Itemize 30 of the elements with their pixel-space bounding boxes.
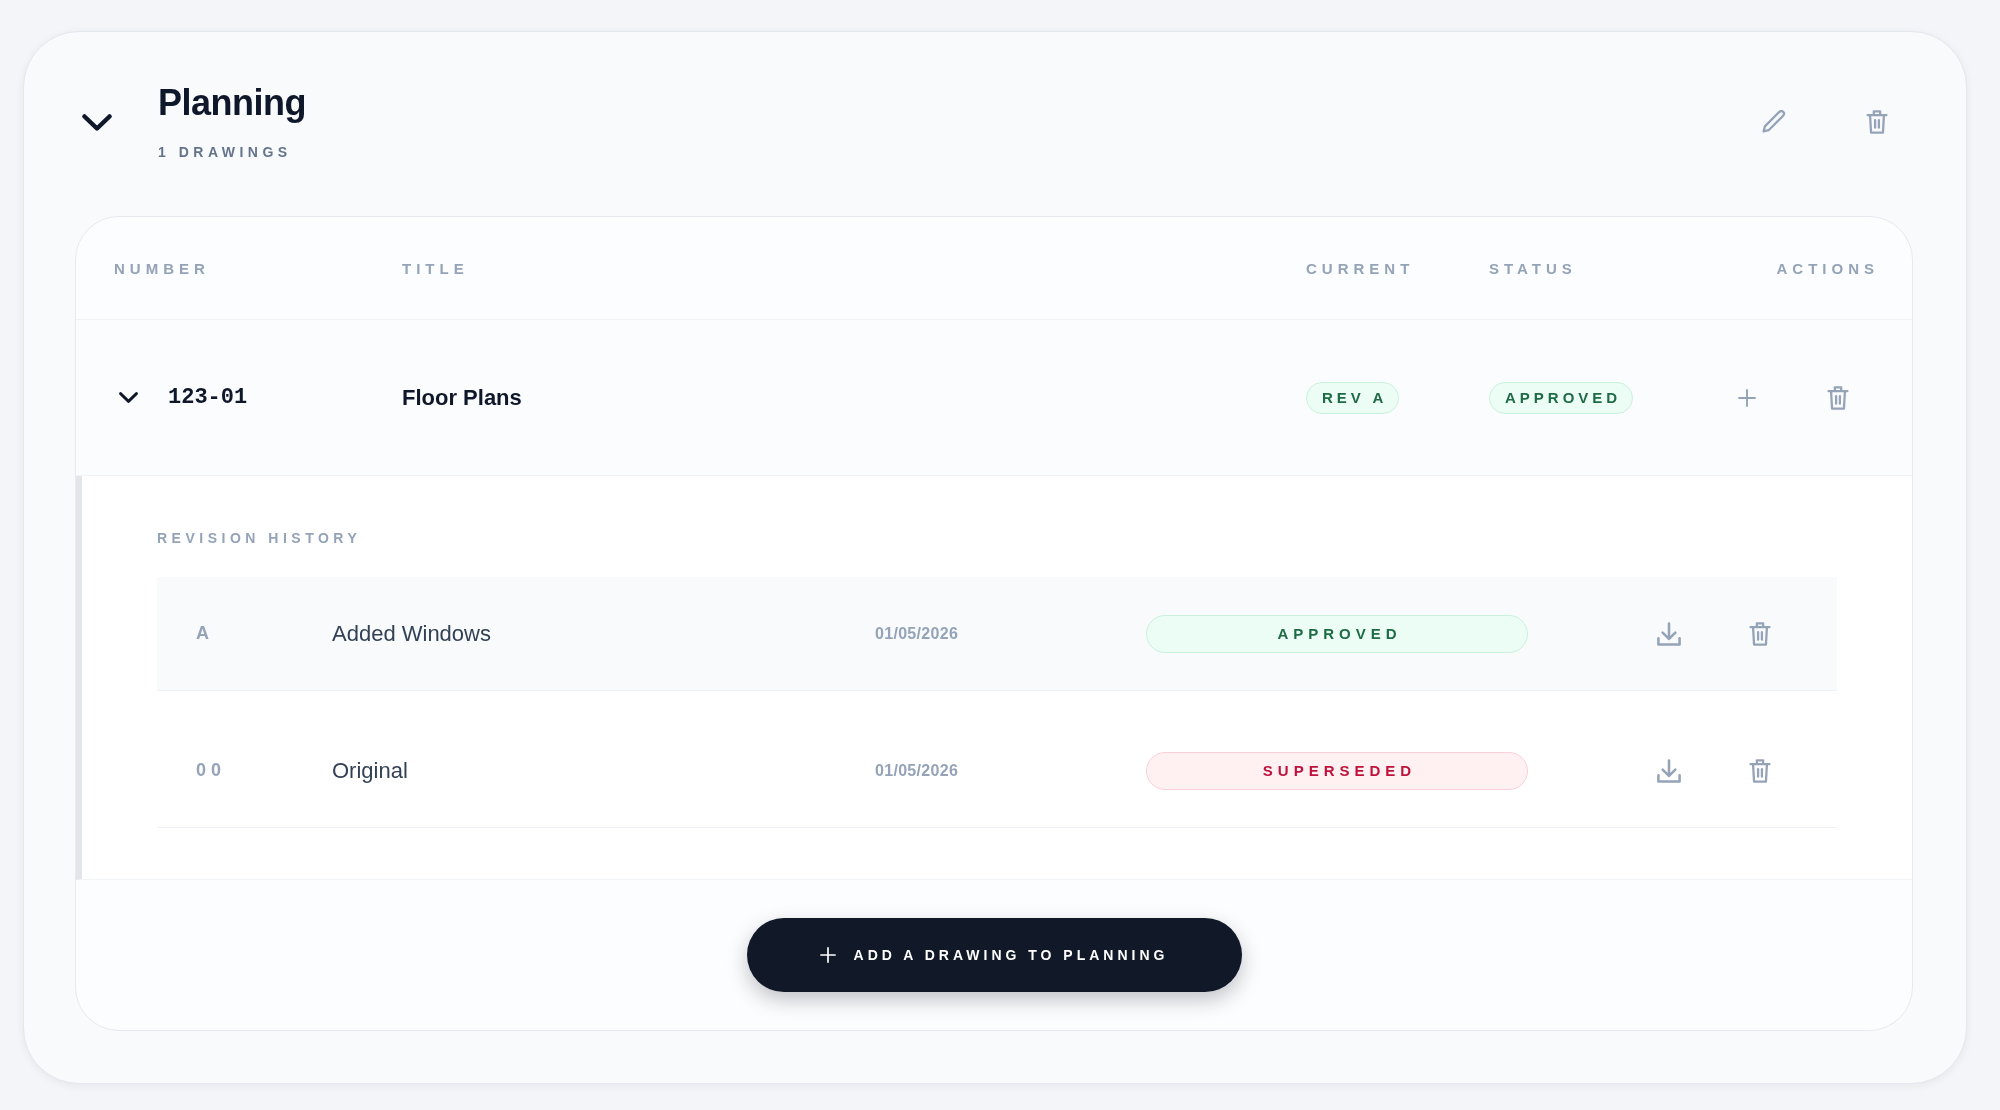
trash-icon[interactable] <box>1826 385 1850 410</box>
pencil-icon[interactable] <box>1762 110 1786 134</box>
status-badge: SUPERSEDED <box>1146 751 1528 790</box>
revision-date: 01/05/2026 <box>875 624 960 643</box>
column-header: CURRENT <box>1306 259 1416 277</box>
revision-code: A <box>196 623 215 644</box>
chevron-down-icon[interactable] <box>119 392 138 403</box>
download-icon[interactable] <box>1657 621 1681 646</box>
section-heading: REVISION HISTORY <box>157 529 363 548</box>
column-header: STATUS <box>1489 259 1578 277</box>
column-header: ACTIONS <box>1776 259 1879 277</box>
status-badge: APPROVED <box>1146 614 1528 653</box>
chevron-down-icon[interactable] <box>82 114 112 131</box>
download-icon[interactable] <box>1657 758 1681 783</box>
drawing-count: 1 DRAWINGS <box>158 143 293 162</box>
trash-icon[interactable] <box>1748 758 1772 783</box>
group-title: Planning <box>158 81 306 125</box>
revision-date: 01/05/2026 <box>875 761 960 780</box>
trash-icon[interactable] <box>1748 621 1772 646</box>
add-drawing-button[interactable]: ADD A DRAWING TO PLANNING <box>746 918 1242 992</box>
revision-badge: REV A <box>1306 381 1400 414</box>
column-header: NUMBER <box>114 259 211 277</box>
trash-icon[interactable] <box>1865 110 1889 134</box>
column-header: TITLE <box>402 259 470 277</box>
status-badge: APPROVED <box>1489 381 1634 414</box>
drawing-number: 123-01 <box>168 385 248 410</box>
revision-description: Original <box>332 757 409 784</box>
revision-code: 00 <box>196 760 228 781</box>
revision-description: Added Windows <box>332 620 492 647</box>
drawing-title: Floor Plans <box>402 384 523 411</box>
